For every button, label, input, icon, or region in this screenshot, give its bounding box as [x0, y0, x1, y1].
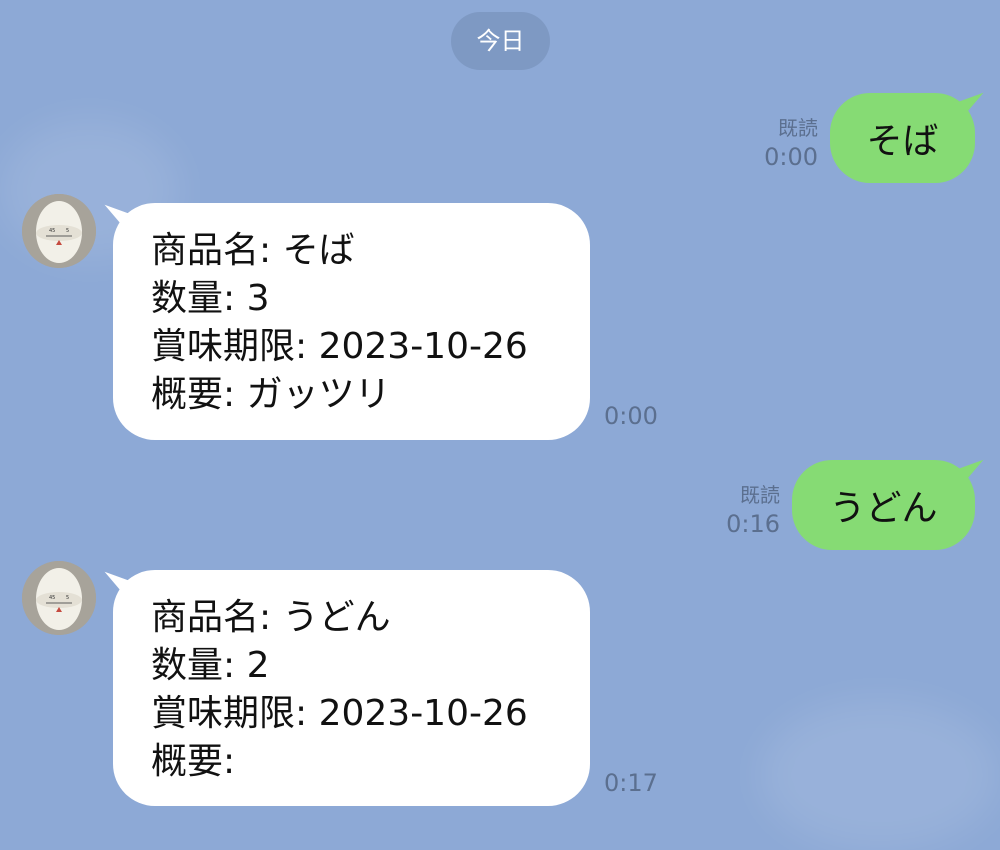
svg-text:45: 45 — [49, 228, 55, 234]
svg-text:5: 5 — [66, 228, 69, 234]
message-time: 0:00 — [604, 402, 658, 430]
read-receipt: 既読 — [740, 483, 780, 507]
message-meta: 既読 0:00 — [736, 114, 818, 172]
message-time: 0:00 — [764, 143, 818, 171]
svg-text:45: 45 — [49, 595, 55, 601]
summary-line: 概要: ガッツリ — [151, 374, 391, 415]
expiry-line: 賞味期限: 2023-10-26 — [151, 693, 528, 734]
quantity-line: 数量: 2 — [151, 645, 270, 686]
background-glow — [760, 700, 1000, 850]
product-name-line: 商品名: そば — [151, 230, 355, 271]
expiry-line: 賞味期限: 2023-10-26 — [151, 326, 528, 367]
svg-text:5: 5 — [66, 595, 69, 601]
message-text: うどん — [829, 488, 938, 529]
quantity-line: 数量: 3 — [151, 278, 270, 319]
read-receipt: 既読 — [778, 116, 818, 140]
message-meta: 既読 0:16 — [700, 481, 780, 539]
message-time: 0:16 — [726, 510, 780, 538]
egg-timer-avatar-icon[interactable]: 45 5 — [22, 561, 96, 635]
date-separator: 今日 — [451, 12, 550, 70]
outgoing-message-bubble[interactable]: うどん — [792, 460, 975, 550]
incoming-message-bubble[interactable]: 商品名: うどん 数量: 2 賞味期限: 2023-10-26 概要: — [113, 570, 590, 806]
incoming-message-bubble[interactable]: 商品名: そば 数量: 3 賞味期限: 2023-10-26 概要: ガッツリ — [113, 203, 590, 440]
message-text: そば — [866, 121, 939, 162]
outgoing-message-bubble[interactable]: そば — [830, 93, 975, 183]
product-name-line: 商品名: うどん — [151, 597, 391, 638]
egg-timer-avatar-icon[interactable]: 45 5 — [22, 194, 96, 268]
summary-line: 概要: — [151, 741, 236, 782]
message-time: 0:17 — [604, 769, 658, 797]
